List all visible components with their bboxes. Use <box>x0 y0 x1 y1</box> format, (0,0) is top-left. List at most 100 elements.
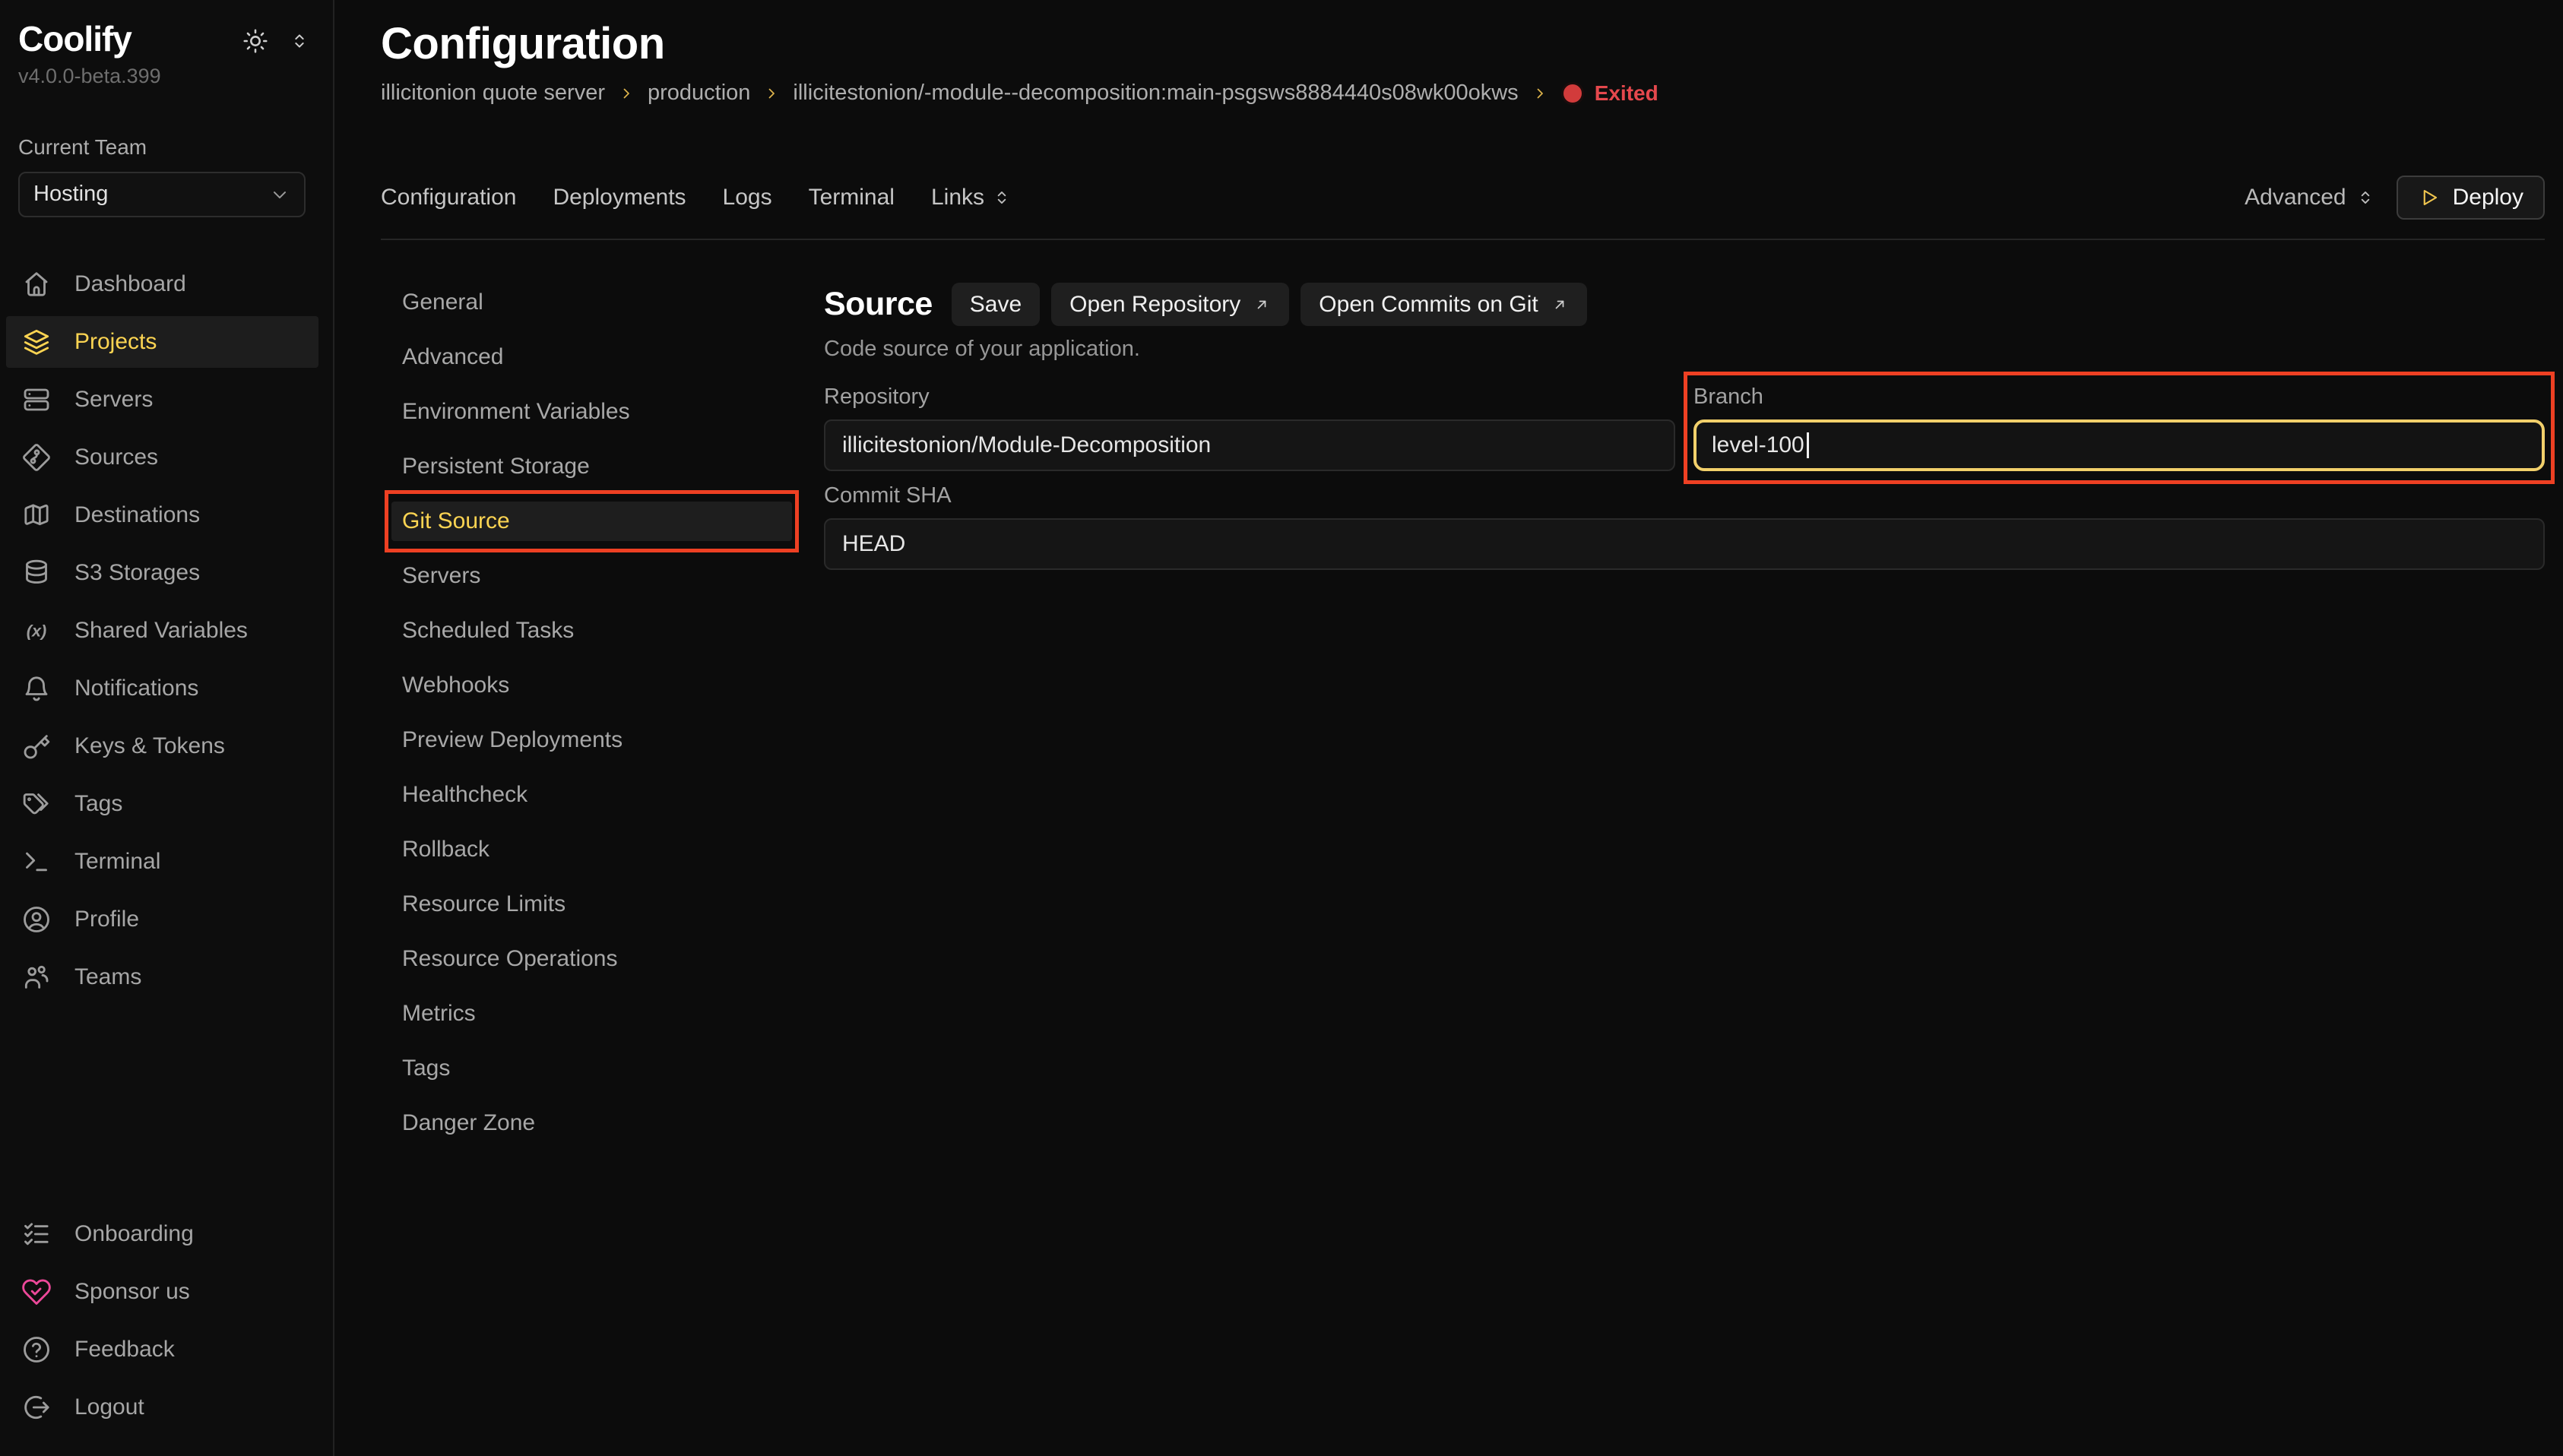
text-caret <box>1807 432 1809 458</box>
layers-icon <box>21 327 52 357</box>
breadcrumb: illicitonion quote server production ill… <box>381 81 2545 106</box>
sidebar-item-label: Logout <box>74 1394 144 1420</box>
subnav-item-resource-limits[interactable]: Resource Limits <box>391 885 792 924</box>
main-area: Configuration illicitonion quote server … <box>334 0 2563 1456</box>
terminal-icon <box>21 847 52 877</box>
subnav-item-webhooks[interactable]: Webhooks <box>391 666 792 705</box>
subnav-item-rollback[interactable]: Rollback <box>391 830 792 869</box>
open-commits-button[interactable]: Open Commits on Git <box>1301 283 1586 326</box>
team-select[interactable]: Hosting <box>18 172 306 217</box>
breadcrumb-project[interactable]: illicitonion quote server <box>381 81 605 106</box>
open-repository-button[interactable]: Open Repository <box>1051 283 1289 326</box>
sidebar-item-projects[interactable]: Projects <box>6 316 318 368</box>
breadcrumb-environment[interactable]: production <box>648 81 750 106</box>
svg-text:(x): (x) <box>27 621 46 640</box>
sidebar-item-label: Teams <box>74 964 141 990</box>
sidebar-item-profile[interactable]: Profile <box>6 894 318 945</box>
divider <box>381 239 2545 240</box>
sidebar-item-shared-variables[interactable]: (x) Shared Variables <box>6 605 318 657</box>
subnav-item-persistent-storage[interactable]: Persistent Storage <box>391 447 792 486</box>
chevron-down-icon <box>269 184 290 205</box>
subnav-item-healthcheck[interactable]: Healthcheck <box>391 775 792 815</box>
subnav-item-resource-operations[interactable]: Resource Operations <box>391 939 792 979</box>
sidebar-item-servers[interactable]: Servers <box>6 374 318 426</box>
source-title: Source <box>824 286 933 323</box>
commit-sha-field-group: Commit SHA <box>824 483 2545 570</box>
save-button[interactable]: Save <box>952 283 1040 326</box>
breadcrumb-application[interactable]: illicitestonion/-module--decomposition:m… <box>793 81 1518 106</box>
page-title: Configuration <box>381 18 2545 70</box>
sidebar-item-dashboard[interactable]: Dashboard <box>6 258 318 310</box>
subnav-item-tags[interactable]: Tags <box>391 1049 792 1088</box>
source-panel: Source Save Open Repository Open Commits… <box>824 283 2545 570</box>
tab-terminal[interactable]: Terminal <box>809 185 895 210</box>
subnav-item-scheduled-tasks[interactable]: Scheduled Tasks <box>391 611 792 650</box>
theme-sun-icon[interactable] <box>242 27 269 55</box>
theme-unfold-icon[interactable] <box>289 30 310 52</box>
sidebar-item-teams[interactable]: Teams <box>6 951 318 1003</box>
tab-logs[interactable]: Logs <box>723 185 772 210</box>
tags-icon <box>21 789 52 819</box>
teams-icon <box>21 962 52 992</box>
sidebar: Coolify v4.0.0-beta.399 Current Team Hos… <box>0 0 334 1456</box>
sidebar-item-label: Projects <box>74 329 157 355</box>
source-description: Code source of your application. <box>824 337 2545 362</box>
server-icon <box>21 385 52 415</box>
subnav-item-metrics[interactable]: Metrics <box>391 994 792 1033</box>
branch-input[interactable]: level-100 <box>1693 419 2545 471</box>
app-version: v4.0.0-beta.399 <box>0 65 333 88</box>
subnav-item-advanced[interactable]: Advanced <box>391 337 792 377</box>
sidebar-item-label: Keys & Tokens <box>74 733 225 759</box>
sidebar-item-onboarding[interactable]: Onboarding <box>6 1208 318 1260</box>
sidebar-item-label: Notifications <box>74 676 198 701</box>
sidebar-item-sponsor[interactable]: Sponsor us <box>6 1266 318 1318</box>
sidebar-item-feedback[interactable]: Feedback <box>6 1324 318 1375</box>
sidebar-item-label: Dashboard <box>74 271 186 297</box>
subnav-item-general[interactable]: General <box>391 283 792 322</box>
sidebar-item-s3-storages[interactable]: S3 Storages <box>6 547 318 599</box>
advanced-menu[interactable]: Advanced <box>2245 185 2374 210</box>
subnav-item-preview-deployments[interactable]: Preview Deployments <box>391 720 792 760</box>
open-commits-label: Open Commits on Git <box>1319 292 1538 318</box>
commit-sha-input[interactable] <box>824 518 2545 570</box>
variables-icon: (x) <box>21 616 52 646</box>
sidebar-item-destinations[interactable]: Destinations <box>6 489 318 541</box>
home-icon <box>21 269 52 299</box>
sidebar-item-label: Feedback <box>74 1337 175 1363</box>
tab-configuration[interactable]: Configuration <box>381 185 516 210</box>
sidebar-item-label: Sources <box>74 445 158 470</box>
key-icon <box>21 731 52 761</box>
external-link-icon <box>1253 296 1271 314</box>
subnav-item-danger-zone[interactable]: Danger Zone <box>391 1103 792 1143</box>
app-logo: Coolify <box>18 20 131 59</box>
sidebar-item-terminal[interactable]: Terminal <box>6 836 318 888</box>
config-subnav: General Advanced Environment Variables P… <box>391 283 792 1158</box>
sidebar-item-keys-tokens[interactable]: Keys & Tokens <box>6 720 318 772</box>
commit-sha-label: Commit SHA <box>824 483 2545 509</box>
repository-label: Repository <box>824 385 1675 410</box>
current-team-label: Current Team <box>18 135 315 160</box>
tab-links[interactable]: Links <box>931 185 1012 210</box>
annotation-box-git-source: Git Source <box>385 490 799 552</box>
subnav-item-servers[interactable]: Servers <box>391 556 792 596</box>
sidebar-item-logout[interactable]: Logout <box>6 1382 318 1433</box>
sidebar-item-tags[interactable]: Tags <box>6 778 318 830</box>
help-icon <box>21 1334 52 1365</box>
sidebar-item-sources[interactable]: Sources <box>6 432 318 483</box>
subnav-item-environment-variables[interactable]: Environment Variables <box>391 392 792 432</box>
branch-input-value: level-100 <box>1712 432 1804 458</box>
advanced-label: Advanced <box>2245 185 2346 210</box>
sidebar-item-label: S3 Storages <box>74 560 200 586</box>
repository-input[interactable] <box>824 419 1675 471</box>
play-icon <box>2418 186 2441 209</box>
annotation-box-branch: Branch level-100 <box>1684 372 2555 484</box>
subnav-item-git-source[interactable]: Git Source <box>391 502 792 541</box>
sidebar-item-label: Destinations <box>74 502 200 528</box>
tab-deployments[interactable]: Deployments <box>553 185 686 210</box>
deploy-button[interactable]: Deploy <box>2397 176 2545 220</box>
repository-field-group: Repository <box>824 385 1675 471</box>
sidebar-item-notifications[interactable]: Notifications <box>6 663 318 714</box>
tab-bar: Configuration Deployments Logs Terminal … <box>381 176 2545 220</box>
map-icon <box>21 500 52 530</box>
open-repository-label: Open Repository <box>1069 292 1240 318</box>
